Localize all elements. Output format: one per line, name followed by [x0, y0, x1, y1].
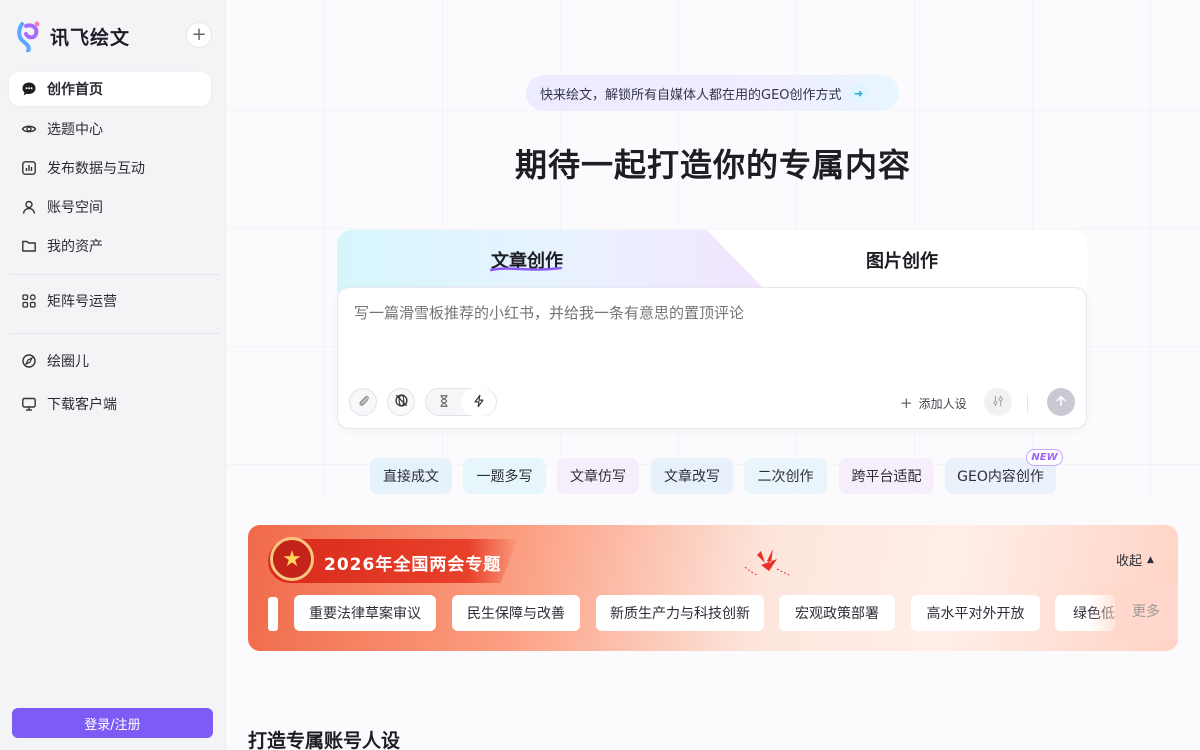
- folder-icon: [21, 238, 37, 254]
- grid-apps-icon: [21, 293, 37, 309]
- promo-text: 快来绘文，解锁所有自媒体人都在用的GEO创作方式: [540, 87, 842, 103]
- bar-chart-icon: [21, 160, 37, 176]
- sidebar-item-account[interactable]: 账号空间: [9, 190, 211, 224]
- chat-bubble-icon: [21, 81, 37, 97]
- chip-direct-write[interactable]: 直接成文: [370, 458, 452, 494]
- add-persona-button[interactable]: + 添加人设: [900, 394, 967, 412]
- sidebar-item-assets[interactable]: 我的资产: [9, 229, 211, 263]
- page-title: 期待一起打造你的专属内容: [514, 146, 911, 184]
- globe-off-icon: [394, 393, 409, 412]
- brand-logo-icon: [16, 20, 42, 53]
- topic-chip[interactable]: 宏观政策部署: [779, 595, 895, 631]
- topic-chip[interactable]: 重要法律草案审议: [294, 595, 436, 631]
- sidebar-item-circle[interactable]: 绘圈儿: [9, 344, 211, 378]
- doves-icon: [744, 549, 790, 576]
- fast-mode-button[interactable]: [461, 388, 496, 416]
- sidebar-item-label: 下载客户端: [47, 397, 117, 413]
- settings-button[interactable]: [984, 388, 1012, 416]
- compass-icon: [21, 353, 37, 369]
- slow-mode-button[interactable]: [426, 388, 461, 416]
- sidebar-item-label: 我的资产: [47, 239, 103, 255]
- prompt-input[interactable]: [354, 304, 1054, 322]
- brand-name: 讯飞绘文: [50, 26, 131, 49]
- chip-multi-write[interactable]: 一题多写: [463, 458, 546, 494]
- banner-title: 2026年全国两会专题: [324, 555, 502, 575]
- sidebar: 讯飞绘文 + 创作首页 选题中心 发布数据与互动 账号空间 我的资产 矩阵号运营…: [0, 0, 226, 750]
- tab-active-underline-icon: [490, 266, 562, 272]
- collapse-label: 收起: [1116, 554, 1143, 569]
- attach-button[interactable]: [349, 388, 377, 416]
- new-chat-button[interactable]: +: [186, 22, 212, 48]
- sidebar-item-home[interactable]: 创作首页: [9, 72, 211, 106]
- more-topics-button[interactable]: 更多: [1132, 601, 1160, 621]
- plus-icon: +: [191, 24, 207, 45]
- plus-icon: +: [900, 394, 913, 412]
- hourglass-icon: [437, 393, 451, 412]
- arrow-up-icon: [1054, 393, 1068, 412]
- sidebar-divider: [9, 333, 220, 334]
- tab-image[interactable]: 图片创作: [866, 247, 938, 273]
- sliders-icon: [991, 393, 1005, 412]
- send-button[interactable]: [1047, 388, 1075, 416]
- promo-banner[interactable]: 快来绘文，解锁所有自媒体人都在用的GEO创作方式 ➜: [526, 75, 899, 111]
- composer-box: + 添加人设: [337, 287, 1087, 429]
- sidebar-item-label: 发布数据与互动: [47, 161, 145, 177]
- chip-rewrite[interactable]: 文章改写: [651, 458, 733, 494]
- mode-toggle: [425, 388, 497, 416]
- sidebar-item-data[interactable]: 发布数据与互动: [9, 151, 211, 185]
- topic-chip[interactable]: 高水平对外开放: [911, 595, 1040, 631]
- monitor-icon: [21, 396, 37, 412]
- login-register-button[interactable]: 登录/注册: [12, 708, 213, 738]
- paperclip-icon: [356, 393, 371, 412]
- sidebar-item-topics[interactable]: 选题中心: [9, 112, 211, 146]
- chip-recreate[interactable]: 二次创作: [744, 458, 827, 494]
- topic-chip[interactable]: 民生保障与改善: [452, 595, 580, 631]
- topic-banner: ★ 2026年全国两会专题 收起 ▲ 重要法律草案审议 民生保障与改善 新质生产…: [248, 525, 1178, 651]
- user-icon: [21, 199, 37, 215]
- add-persona-label: 添加人设: [918, 396, 967, 411]
- sidebar-item-label: 选题中心: [47, 122, 103, 138]
- scroll-left-stub: [268, 597, 278, 631]
- arrow-right-icon: ➜: [849, 84, 868, 102]
- chip-imitate[interactable]: 文章仿写: [557, 458, 639, 494]
- chip-cross-platform[interactable]: 跨平台适配: [839, 458, 934, 494]
- sidebar-item-label: 绘圈儿: [47, 354, 89, 370]
- section-title: 打造专属账号人设: [248, 730, 401, 750]
- sidebar-item-label: 账号空间: [47, 200, 103, 216]
- sidebar-item-label: 创作首页: [47, 82, 103, 98]
- sidebar-divider: [9, 274, 220, 275]
- sidebar-item-matrix[interactable]: 矩阵号运营: [9, 284, 211, 318]
- sidebar-item-label: 矩阵号运营: [47, 294, 117, 310]
- topic-chip[interactable]: 新质生产力与科技创新: [596, 595, 764, 631]
- collapse-button[interactable]: 收起 ▲: [1116, 550, 1154, 569]
- new-badge: NEW: [1026, 449, 1063, 466]
- web-search-toggle[interactable]: [387, 388, 415, 416]
- sidebar-item-download[interactable]: 下载客户端: [9, 387, 211, 421]
- lightning-icon: [472, 393, 486, 412]
- main-content: 快来绘文，解锁所有自媒体人都在用的GEO创作方式 ➜ 期待一起打造你的专属内容 …: [226, 0, 1200, 750]
- eye-icon: [21, 121, 37, 137]
- star-emblem-icon: ★: [270, 537, 314, 581]
- toolbar-divider: [1027, 394, 1028, 412]
- caret-up-icon: ▲: [1147, 554, 1154, 565]
